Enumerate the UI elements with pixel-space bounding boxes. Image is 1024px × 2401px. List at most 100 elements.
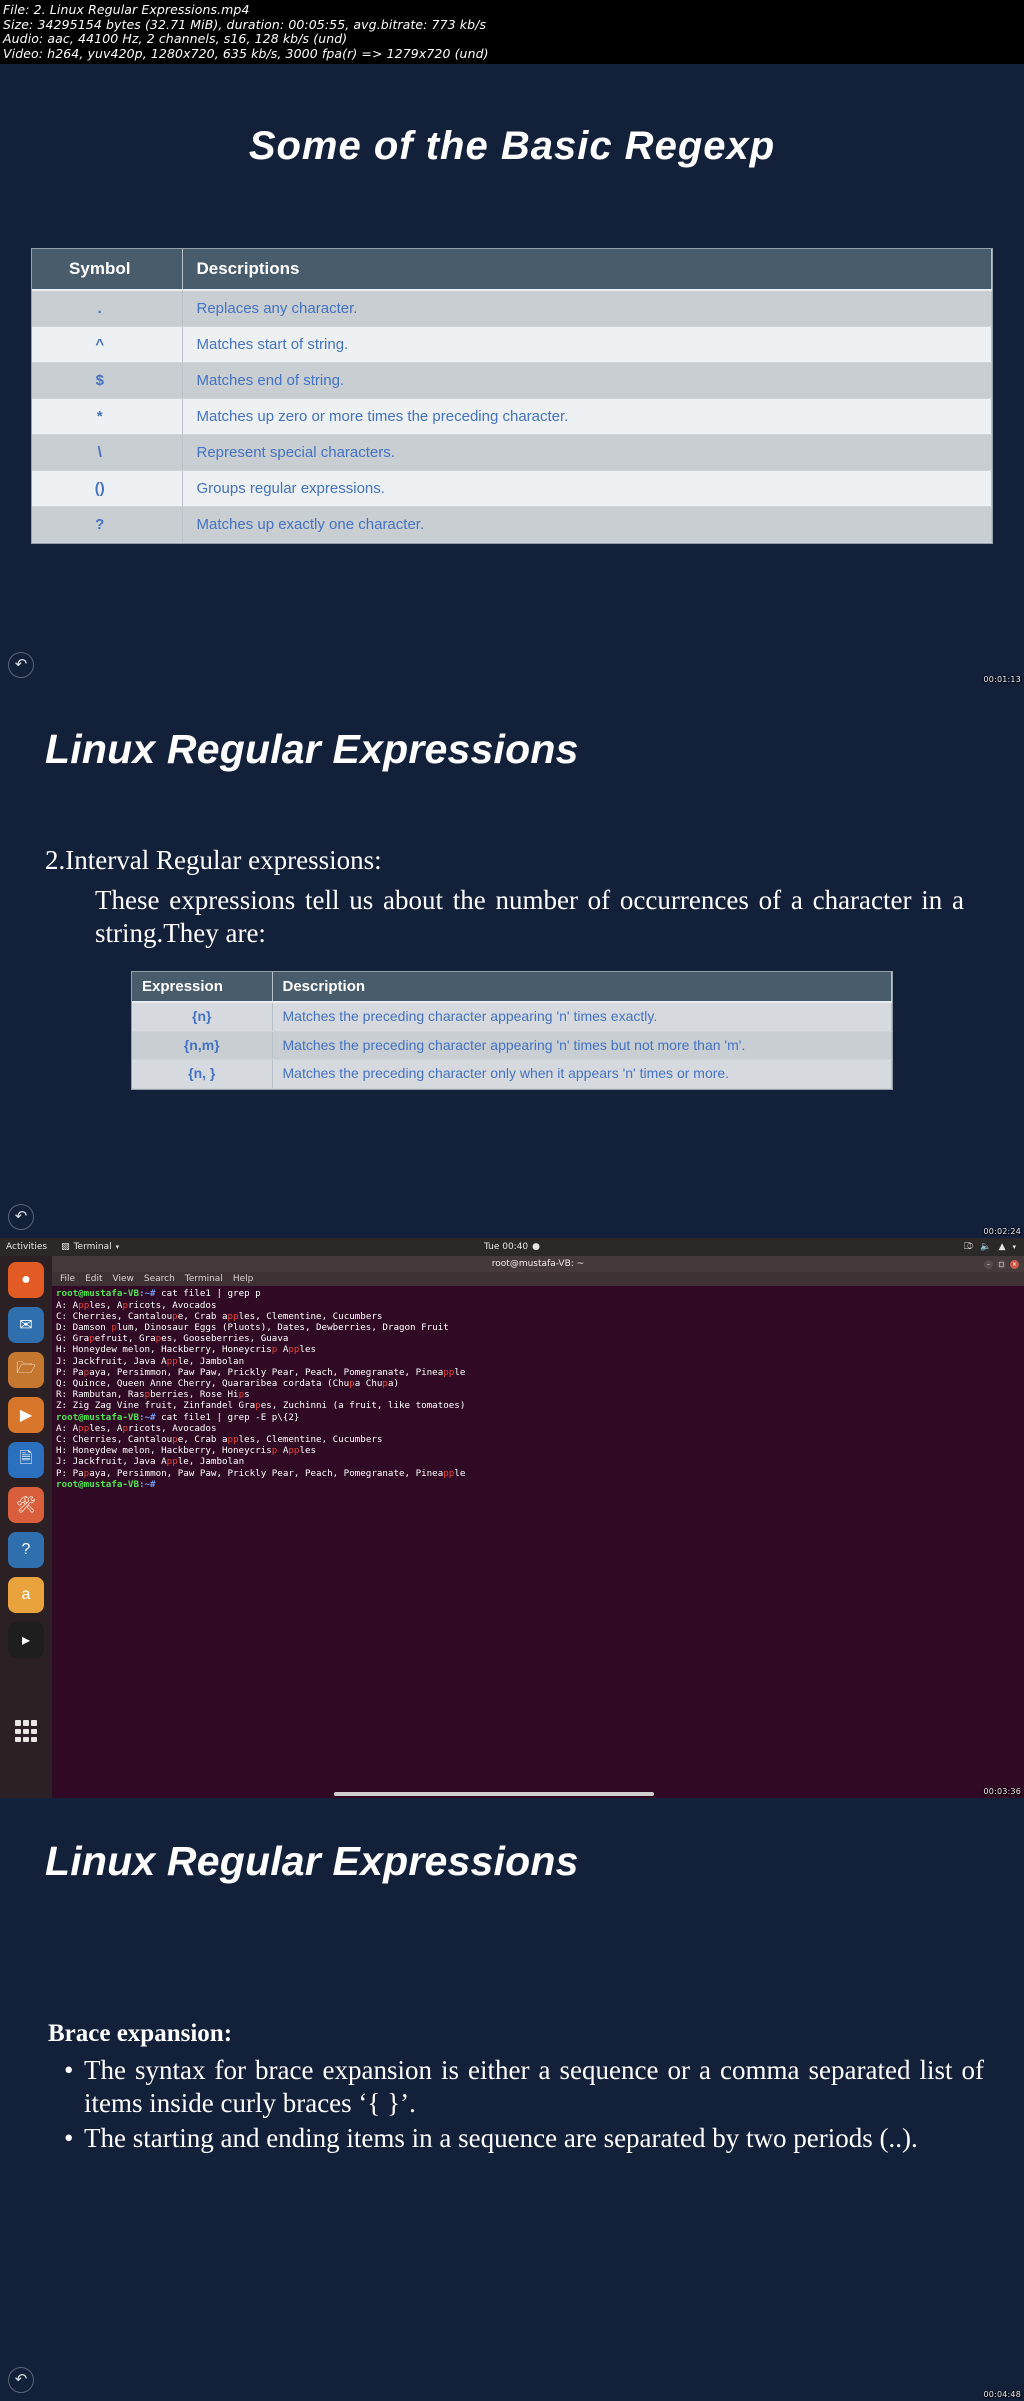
- section-paragraph: These expressions tell us about the numb…: [95, 885, 964, 949]
- show-applications-icon[interactable]: [15, 1720, 37, 1743]
- clock-label: Tue 00:40: [483, 1242, 529, 1253]
- menu-help[interactable]: Help: [233, 1274, 254, 1284]
- section-heading: 2.Interval Regular expressions:: [45, 845, 382, 876]
- cell-description: Matches the preceding character appearin…: [272, 1031, 892, 1061]
- cell-description: Matches up exactly one character.: [182, 506, 992, 544]
- files-icon[interactable]: 🗁: [8, 1352, 44, 1389]
- table-row: $ Matches end of string.: [32, 362, 992, 400]
- page-title: Some of the Basic Regexp: [248, 124, 776, 169]
- help-icon[interactable]: ?: [8, 1532, 44, 1569]
- cell-description: Matches the preceding character only whe…: [272, 1059, 892, 1089]
- cell-description: Represent special characters.: [182, 434, 992, 472]
- network-icon: ▲: [998, 1242, 1006, 1253]
- cell-symbol: \: [32, 434, 183, 472]
- video-frame-1: Some of the Basic Regexp Symbol Descript…: [0, 64, 1024, 687]
- file-info-line-name: File: 2. Linux Regular Expressions.mp4: [3, 2, 250, 17]
- terminal-window: root@mustafa-VB: ~ – □ × File Edit View …: [52, 1256, 1024, 1799]
- table-row: * Matches up zero or more times the prec…: [32, 398, 992, 436]
- ubuntu-dock: ● ✉ 🗁 ▶ 🗎 🛠 ? a ▸: [0, 1256, 52, 1799]
- section-subheading: Brace expansion:: [48, 2020, 233, 2048]
- menu-view[interactable]: View: [113, 1274, 134, 1284]
- video-frame-3: Activities ▧ Terminal ▾ Tue 00:40 ● ⎄ 🔈 …: [0, 1238, 1024, 1799]
- brace-expansion-bullets: The syntax for brace expansion is either…: [0, 2048, 1024, 2155]
- menu-search[interactable]: Search: [144, 1274, 175, 1284]
- horizontal-scrollbar[interactable]: [334, 1792, 654, 1797]
- terminal-output[interactable]: root@mustafa-VB:~# cat file1 | grep p A: …: [52, 1286, 1024, 1799]
- gnome-top-bar: Activities ▧ Terminal ▾ Tue 00:40 ● ⎄ 🔈 …: [0, 1238, 1024, 1257]
- close-button[interactable]: ×: [1010, 1259, 1019, 1269]
- terminal-icon[interactable]: ▸: [8, 1622, 44, 1659]
- video-frame-4: Linux Regular Expressions Brace expansio…: [0, 1798, 1024, 2401]
- column-header-description: Description: [272, 972, 892, 1004]
- cell-description: Matches up zero or more times the preced…: [182, 398, 992, 436]
- cell-symbol: *: [32, 398, 183, 436]
- table-row: () Groups regular expressions.: [32, 470, 992, 508]
- cell-expression: {n}: [132, 1002, 273, 1032]
- thunderbird-icon[interactable]: ✉: [8, 1307, 44, 1344]
- menu-file[interactable]: File: [60, 1274, 75, 1284]
- notification-dot-icon: ●: [532, 1242, 541, 1253]
- activities-button[interactable]: Activities: [6, 1242, 47, 1252]
- table-row: \ Represent special characters.: [32, 434, 992, 472]
- terminal-menubar: File Edit View Search Terminal Help: [52, 1272, 1024, 1287]
- cell-symbol: $: [32, 362, 183, 400]
- back-arrow-icon[interactable]: ↶: [8, 652, 34, 679]
- minimize-button[interactable]: –: [984, 1259, 993, 1269]
- terminal-titlebar[interactable]: root@mustafa-VB: ~ – □ ×: [52, 1256, 1024, 1273]
- cell-expression: {n, }: [132, 1059, 273, 1089]
- cell-description: Groups regular expressions.: [182, 470, 992, 508]
- keyboard-layout-icon: ⎄: [963, 1242, 974, 1253]
- back-arrow-icon[interactable]: ↶: [8, 1204, 34, 1231]
- basic-regexp-table: Symbol Descriptions . Replaces any chara…: [32, 249, 992, 544]
- cell-expression: {n,m}: [132, 1031, 273, 1061]
- interval-regexp-table: Expression Description {n} Matches the p…: [132, 972, 892, 1089]
- libreoffice-writer-icon[interactable]: 🗎: [8, 1442, 44, 1479]
- ubuntu-software-icon[interactable]: 🛠: [8, 1487, 44, 1524]
- cell-description: Replaces any character.: [182, 290, 992, 328]
- file-info-line-audio: Audio: aac, 44100 Hz, 2 channels, s16, 1…: [3, 31, 348, 47]
- list-item: The starting and ending items in a seque…: [60, 2122, 984, 2155]
- volume-icon: 🔈: [980, 1242, 992, 1253]
- table-header-row: Symbol Descriptions: [32, 249, 992, 292]
- frame-timestamp: 00:04:48: [983, 2390, 1021, 2400]
- desktop-body: ● ✉ 🗁 ▶ 🗎 🛠 ? a ▸ root@mustafa-VB: ~ – □…: [0, 1256, 1024, 1799]
- frame-timestamp: 00:01:13: [983, 675, 1021, 685]
- table-row: . Replaces any character.: [32, 290, 992, 328]
- clock-menu[interactable]: Tue 00:40 ●: [484, 1242, 540, 1252]
- top-bar-app-menu[interactable]: ▧ Terminal ▾: [61, 1242, 119, 1252]
- frame-timestamp: 00:02:24: [983, 1227, 1021, 1237]
- cell-description: Matches the preceding character appearin…: [272, 1002, 892, 1032]
- chevron-down-icon: ▾: [1012, 1243, 1016, 1252]
- table-row: {n,m} Matches the preceding character ap…: [132, 1031, 892, 1061]
- cell-symbol: ^: [32, 326, 183, 364]
- cell-symbol: (): [32, 470, 183, 508]
- table-row: ^ Matches start of string.: [32, 326, 992, 364]
- list-item: The syntax for brace expansion is either…: [60, 2054, 984, 2120]
- cell-symbol: ?: [32, 506, 183, 544]
- cell-description: Matches end of string.: [182, 362, 992, 400]
- window-controls: – □ ×: [984, 1259, 1019, 1269]
- rhythmbox-icon[interactable]: ▶: [8, 1397, 44, 1434]
- column-header-symbol: Symbol: [32, 249, 183, 292]
- back-arrow-icon[interactable]: ↶: [8, 2367, 34, 2394]
- table-row: ? Matches up exactly one character.: [32, 506, 992, 544]
- file-info-line-video: Video: h264, yuv420p, 1280x720, 635 kb/s…: [3, 45, 489, 61]
- file-info-line-size: Size: 34295154 bytes (32.71 MiB), durati…: [3, 16, 487, 32]
- terminal-app-icon: ▧: [61, 1242, 70, 1253]
- desktop-workspace: root@mustafa-VB: ~ – □ × File Edit View …: [52, 1256, 1024, 1799]
- maximize-button[interactable]: □: [997, 1259, 1006, 1269]
- table-row: {n, } Matches the preceding character on…: [132, 1059, 892, 1089]
- top-bar-app-name: Terminal: [73, 1242, 112, 1253]
- firefox-icon[interactable]: ●: [8, 1262, 44, 1299]
- table-row: {n} Matches the preceding character appe…: [132, 1002, 892, 1032]
- amazon-icon[interactable]: a: [8, 1577, 44, 1614]
- table-header-row: Expression Description: [132, 972, 892, 1004]
- page-title: Linux Regular Expressions: [45, 726, 579, 773]
- system-status-menu[interactable]: ⎄ 🔈 ▲ ▾: [964, 1242, 1016, 1252]
- menu-edit[interactable]: Edit: [85, 1274, 102, 1284]
- cell-symbol: .: [32, 290, 183, 328]
- menu-terminal[interactable]: Terminal: [185, 1274, 223, 1284]
- page-title: Linux Regular Expressions: [45, 1838, 579, 1885]
- chevron-down-icon: ▾: [115, 1243, 120, 1252]
- cell-description: Matches start of string.: [182, 326, 992, 364]
